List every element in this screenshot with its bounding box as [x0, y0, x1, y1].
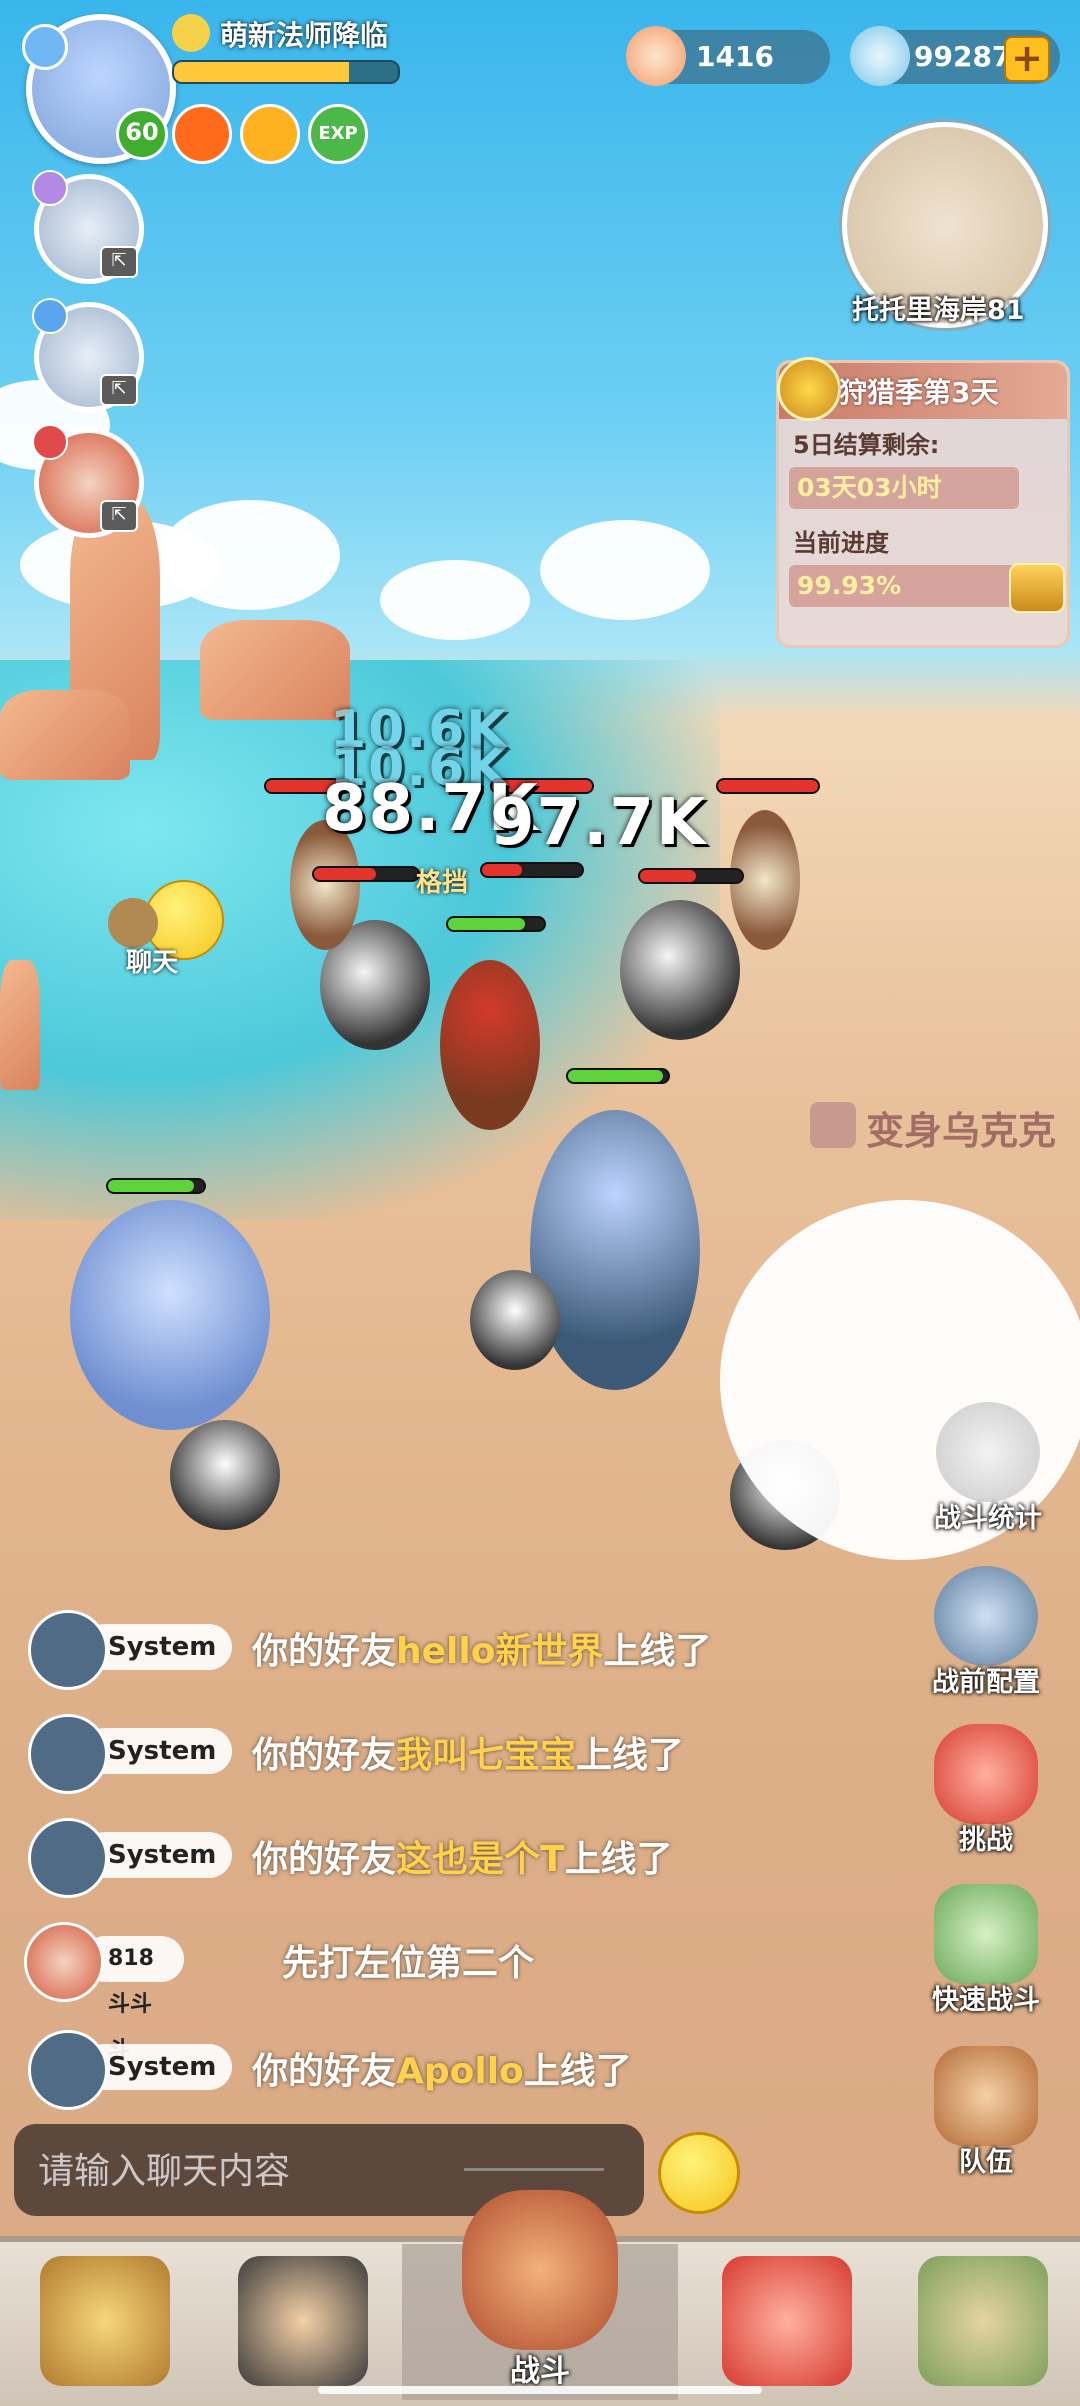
- message-text: 你的好友Apollo上线了: [252, 2051, 632, 2092]
- cavemen-icon: [934, 2046, 1038, 2146]
- shell-icon: [626, 26, 686, 86]
- enemy-hp-bar: [480, 862, 584, 878]
- sender-avatar[interactable]: [28, 1610, 108, 1690]
- hero-warrior[interactable]: [440, 960, 540, 1130]
- crystal-currency[interactable]: 992870 +: [850, 26, 1060, 86]
- fire-buff-icon[interactable]: [172, 104, 232, 164]
- sender-avatar[interactable]: [28, 1714, 108, 1794]
- chat-input[interactable]: [36, 2140, 460, 2202]
- quick-battle-label: 快速战斗: [932, 1985, 1040, 2016]
- leave-icon[interactable]: ⇱: [100, 246, 138, 278]
- challenge-label: 挑战: [959, 1825, 1013, 1856]
- map-name: 托托里海岸81: [852, 295, 1025, 326]
- divider: [464, 2168, 604, 2171]
- challenge-button[interactable]: 挑战: [926, 1724, 1046, 1857]
- player-level: 60: [116, 108, 168, 160]
- leave-icon[interactable]: ⇱: [100, 374, 138, 406]
- pre-battle-config-button[interactable]: 战前配置: [926, 1566, 1046, 1699]
- cloud: [160, 500, 340, 610]
- scroll-icon: [936, 1402, 1040, 1502]
- treasure-chest-icon[interactable]: [1009, 563, 1065, 613]
- rhino-icon: [934, 1566, 1038, 1666]
- pet-panda[interactable]: [470, 1270, 560, 1370]
- shell-currency[interactable]: 1416: [626, 26, 830, 86]
- xp-bar: [172, 60, 400, 84]
- hunting-season-panel[interactable]: 狩猎季第3天 5日结算剩余: 03天03小时 当前进度 99.93%: [776, 357, 1070, 648]
- nav-hero-icon[interactable]: [238, 2256, 368, 2386]
- mage-class-icon: [32, 170, 68, 206]
- totem-icon: [934, 1884, 1038, 1984]
- chat-bubble-label: 聊天: [126, 948, 179, 978]
- sea-rock: [0, 690, 130, 780]
- ally-hp-bar: [106, 1178, 206, 1194]
- crystal-icon: [850, 26, 910, 86]
- enemy-hp-bar: [638, 868, 744, 884]
- pet-panda[interactable]: [170, 1420, 280, 1530]
- cloud: [540, 520, 710, 620]
- enemy-hp-bar: [716, 778, 820, 794]
- dino-icon: [934, 1724, 1038, 1824]
- shell-count: 1416: [696, 40, 774, 73]
- sender-avatar[interactable]: [28, 2030, 108, 2110]
- sea-rock: [200, 620, 350, 720]
- message-text: 先打左位第二个: [282, 1943, 535, 1984]
- chat-bubble-button[interactable]: 聊天: [104, 876, 224, 978]
- nav-battle-label: 战斗: [510, 2354, 570, 2389]
- progress-value: 99.93%: [789, 565, 1019, 607]
- sender-avatar[interactable]: [28, 1818, 108, 1898]
- team-label: 队伍: [959, 2147, 1013, 2178]
- warrior-class-icon: [32, 424, 68, 460]
- pre-battle-config-label: 战前配置: [932, 1667, 1040, 1698]
- message-text: 你的好友hello新世界上线了: [252, 1631, 712, 1672]
- player-name: 萌新法师降临: [220, 19, 389, 52]
- trophy-icon: [777, 357, 841, 421]
- hunting-title: 狩猎季第3天: [839, 376, 999, 409]
- battle-stats-label: 战斗统计: [934, 1503, 1042, 1534]
- nav-mammoth-icon[interactable]: [40, 2256, 170, 2386]
- block-text: 格挡: [416, 868, 469, 898]
- pet-buff-icon[interactable]: [240, 104, 300, 164]
- nav-dino-icon[interactable]: [722, 2256, 852, 2386]
- hero-yeti[interactable]: [530, 1110, 700, 1390]
- player-pet-icon: [172, 14, 210, 52]
- enemy-hp-bar: [312, 866, 420, 882]
- mage-class-icon: [32, 298, 68, 334]
- quick-battle-button[interactable]: 快速战斗: [926, 1884, 1046, 2017]
- enemy-penguin[interactable]: [620, 900, 740, 1040]
- damage-number: 97.7K: [490, 786, 708, 860]
- beach-rock: [0, 960, 40, 1090]
- transform-icon: [810, 1102, 856, 1148]
- remaining-value: 03天03小时: [789, 467, 1019, 509]
- nav-battle-totem-icon[interactable]: [462, 2190, 618, 2350]
- remaining-label: 5日结算剩余:: [793, 431, 940, 459]
- exp-buff-icon[interactable]: EXP: [308, 104, 368, 164]
- home-indicator: [318, 2386, 762, 2394]
- ally-hp-bar: [566, 1068, 670, 1084]
- cloud: [380, 560, 530, 640]
- team-button[interactable]: 队伍: [926, 2046, 1046, 2179]
- add-crystal-button[interactable]: +: [1004, 36, 1050, 82]
- sender-avatar[interactable]: [24, 1922, 104, 2002]
- message-text: 你的好友我叫七宝宝上线了: [252, 1735, 685, 1776]
- emoji-button[interactable]: [658, 2132, 740, 2214]
- ally-hp-bar: [446, 916, 546, 932]
- leave-icon[interactable]: ⇱: [100, 500, 138, 532]
- progress-label: 当前进度: [793, 529, 889, 557]
- hero-yeti[interactable]: [70, 1200, 270, 1430]
- chat-face-icon: [108, 898, 158, 948]
- nav-tribe-icon[interactable]: [918, 2256, 1048, 2386]
- transform-text: 变身乌克克: [866, 1109, 1057, 1153]
- player-class-icon: [22, 24, 68, 70]
- battle-stats-button[interactable]: 战斗统计: [928, 1402, 1048, 1535]
- message-text: 你的好友这也是个T上线了: [252, 1839, 673, 1880]
